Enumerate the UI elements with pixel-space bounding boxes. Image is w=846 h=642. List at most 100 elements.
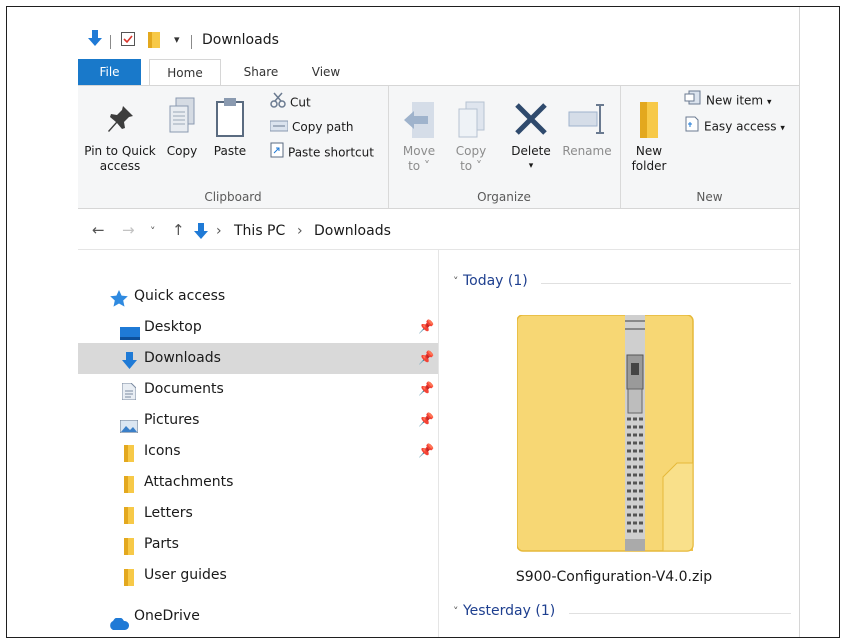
- breadcrumb-separator: ›: [297, 223, 303, 239]
- properties-check-icon[interactable]: [121, 32, 135, 46]
- pin-icon: [82, 104, 158, 138]
- copy-path-button[interactable]: Copy path: [269, 117, 354, 138]
- tab-view[interactable]: View: [303, 59, 349, 85]
- organize-group: Move to ˅ Copy to ˅ Delete ▾ Rename Orga…: [388, 86, 621, 208]
- new-item-caret-icon: ▾: [766, 97, 772, 108]
- pin-icon[interactable]: 📌: [418, 312, 434, 343]
- file-explorer-window: ▾ Downloads File Home Share View Pin to …: [78, 7, 800, 637]
- move-to-label-line2: to ˅: [396, 159, 442, 174]
- copy-icon: [162, 96, 202, 140]
- nav-item-icons[interactable]: Icons 📌: [78, 436, 438, 467]
- pin-icon[interactable]: 📌: [418, 436, 434, 467]
- back-arrow-icon[interactable]: ←: [92, 221, 105, 239]
- navigation-pane: Quick access Desktop 📌 Downloads 📌 Docum…: [78, 269, 438, 637]
- cut-button[interactable]: Cut: [270, 92, 311, 112]
- delete-label: Delete: [511, 144, 551, 158]
- group-label-today: Today (1): [462, 273, 528, 289]
- delete-caret-icon: ▾: [528, 161, 534, 171]
- folder-icon: [124, 567, 134, 598]
- paste-label: Paste: [213, 144, 247, 158]
- tab-home[interactable]: Home: [149, 59, 221, 86]
- nav-item-pictures[interactable]: Pictures 📌: [78, 405, 438, 436]
- toolbar-separator: [191, 35, 192, 49]
- title-bar: ▾ Downloads: [78, 7, 799, 53]
- download-arrow-icon[interactable]: [88, 30, 102, 50]
- up-arrow-icon[interactable]: ↑: [172, 221, 185, 239]
- pin-icon[interactable]: 📌: [418, 405, 434, 436]
- nav-item-quick-access[interactable]: Quick access: [78, 281, 438, 312]
- rename-icon: [560, 100, 614, 144]
- clipboard-group-label: Clipboard: [204, 190, 262, 204]
- paste-shortcut-icon: [270, 142, 284, 164]
- breadcrumb-separator: ›: [216, 223, 222, 239]
- file-item-zip[interactable]: S900-Configuration-V4.0.zip: [499, 314, 729, 595]
- move-to-button[interactable]: Move to ˅: [396, 100, 442, 174]
- tab-share[interactable]: Share: [234, 59, 288, 85]
- move-to-icon: [396, 100, 442, 144]
- chevron-down-icon: ˅: [453, 275, 459, 288]
- nav-item-user-guides[interactable]: User guides: [78, 560, 438, 591]
- nav-label-letters: Letters: [144, 505, 193, 521]
- nav-item-onedrive[interactable]: OneDrive: [78, 601, 438, 632]
- ribbon: Pin to Quick access Copy Paste Cut Copy …: [78, 85, 799, 209]
- paste-shortcut-button[interactable]: Paste shortcut: [270, 142, 374, 162]
- pin-icon[interactable]: 📌: [418, 374, 434, 405]
- organize-group-label: Organize: [477, 190, 531, 204]
- copy-to-label-text: to: [460, 159, 473, 173]
- copy-button[interactable]: Copy: [162, 96, 202, 159]
- chevron-down-icon: ˅: [453, 605, 459, 618]
- new-folder-button[interactable]: New folder: [626, 100, 672, 174]
- tab-file[interactable]: File: [78, 59, 141, 85]
- move-to-label-line1: Move: [402, 144, 436, 158]
- zip-folder-icon: [516, 314, 717, 559]
- new-folder-quick-icon[interactable]: [148, 32, 160, 52]
- window-title: Downloads: [202, 32, 279, 48]
- group-header-yesterday[interactable]: ˅ Yesterday (1): [453, 603, 555, 619]
- recent-locations-chevron-icon[interactable]: ˅: [150, 225, 156, 238]
- nav-label-quick-access: Quick access: [134, 288, 226, 304]
- nav-label-downloads: Downloads: [144, 350, 221, 366]
- group-divider: [569, 613, 791, 614]
- nav-item-documents[interactable]: Documents 📌: [78, 374, 438, 405]
- forward-arrow-icon[interactable]: →: [122, 221, 135, 239]
- easy-access-icon: [684, 116, 700, 138]
- rename-button[interactable]: Rename: [560, 100, 614, 159]
- copy-to-caret-icon: ˅: [475, 159, 482, 173]
- group-header-today[interactable]: ˅ Today (1): [453, 273, 528, 289]
- pin-label-line1: Pin to Quick: [84, 144, 156, 158]
- copy-label: Copy: [166, 144, 198, 158]
- screenshot-frame: ▾ Downloads File Home Share View Pin to …: [6, 6, 840, 638]
- nav-item-letters[interactable]: Letters: [78, 498, 438, 529]
- copy-path-label: Copy path: [292, 120, 354, 134]
- downloads-location-icon: [194, 223, 208, 243]
- paste-button[interactable]: Paste: [208, 96, 252, 159]
- breadcrumb-this-pc[interactable]: This PC: [234, 223, 285, 239]
- cut-label: Cut: [290, 95, 311, 110]
- easy-access-caret-icon: ▾: [780, 123, 785, 134]
- pin-icon[interactable]: 📌: [418, 343, 434, 374]
- delete-button[interactable]: Delete ▾: [506, 100, 556, 174]
- easy-access-button[interactable]: Easy access ▾: [684, 116, 785, 136]
- paste-shortcut-label: Paste shortcut: [288, 145, 374, 160]
- nav-item-attachments[interactable]: Attachments: [78, 467, 438, 498]
- pin-label-line2: access: [99, 159, 141, 173]
- copy-path-icon: [269, 118, 289, 138]
- delete-x-icon: [506, 100, 556, 144]
- group-divider: [541, 283, 791, 284]
- nav-label-icons: Icons: [144, 443, 181, 459]
- new-folder-label-line1: New: [635, 144, 663, 158]
- pin-to-quick-access-button[interactable]: Pin to Quick access: [82, 104, 158, 174]
- nav-item-parts[interactable]: Parts: [78, 529, 438, 560]
- nav-item-desktop[interactable]: Desktop 📌: [78, 312, 438, 343]
- new-item-button[interactable]: New item ▾: [684, 90, 771, 110]
- breadcrumb-downloads[interactable]: Downloads: [314, 223, 391, 239]
- copy-to-button[interactable]: Copy to ˅: [448, 100, 494, 174]
- move-to-label-text: to: [408, 159, 421, 173]
- file-list-content: ˅ Today (1) S900-Configuration-V4.0.zip …: [439, 249, 799, 637]
- customize-toolbar-caret-icon[interactable]: ▾: [174, 33, 180, 46]
- easy-access-label: Easy access: [704, 119, 777, 134]
- paste-clipboard-icon: [208, 96, 252, 140]
- group-label-yesterday: Yesterday (1): [462, 603, 556, 619]
- rename-label: Rename: [562, 144, 612, 158]
- nav-item-downloads[interactable]: Downloads 📌: [78, 343, 438, 374]
